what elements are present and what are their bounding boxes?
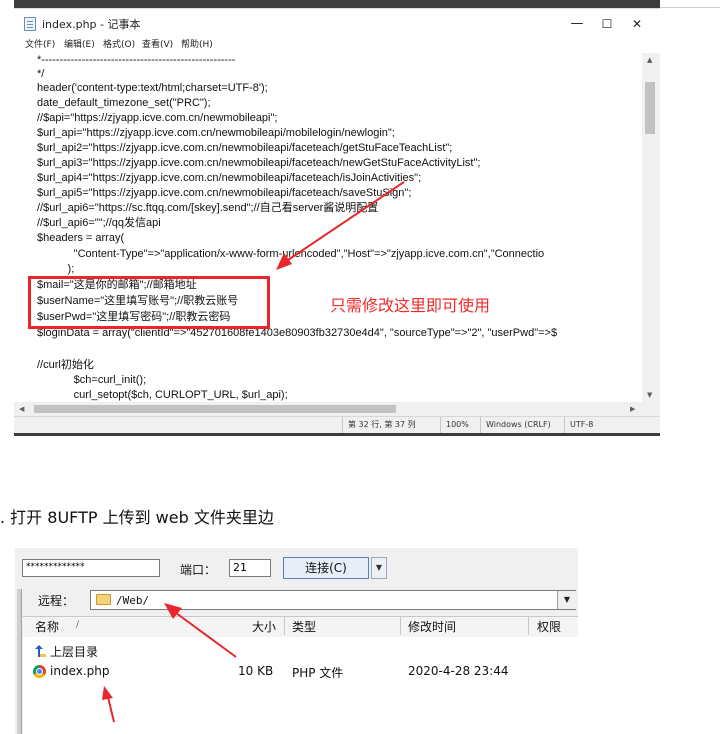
- arrow-to-file-head: [102, 686, 113, 700]
- arrow-to-path: [171, 609, 237, 658]
- arrow-to-code: [284, 181, 405, 263]
- arrow-to-code-head: [276, 253, 292, 270]
- annotation-arrows: [102, 181, 405, 723]
